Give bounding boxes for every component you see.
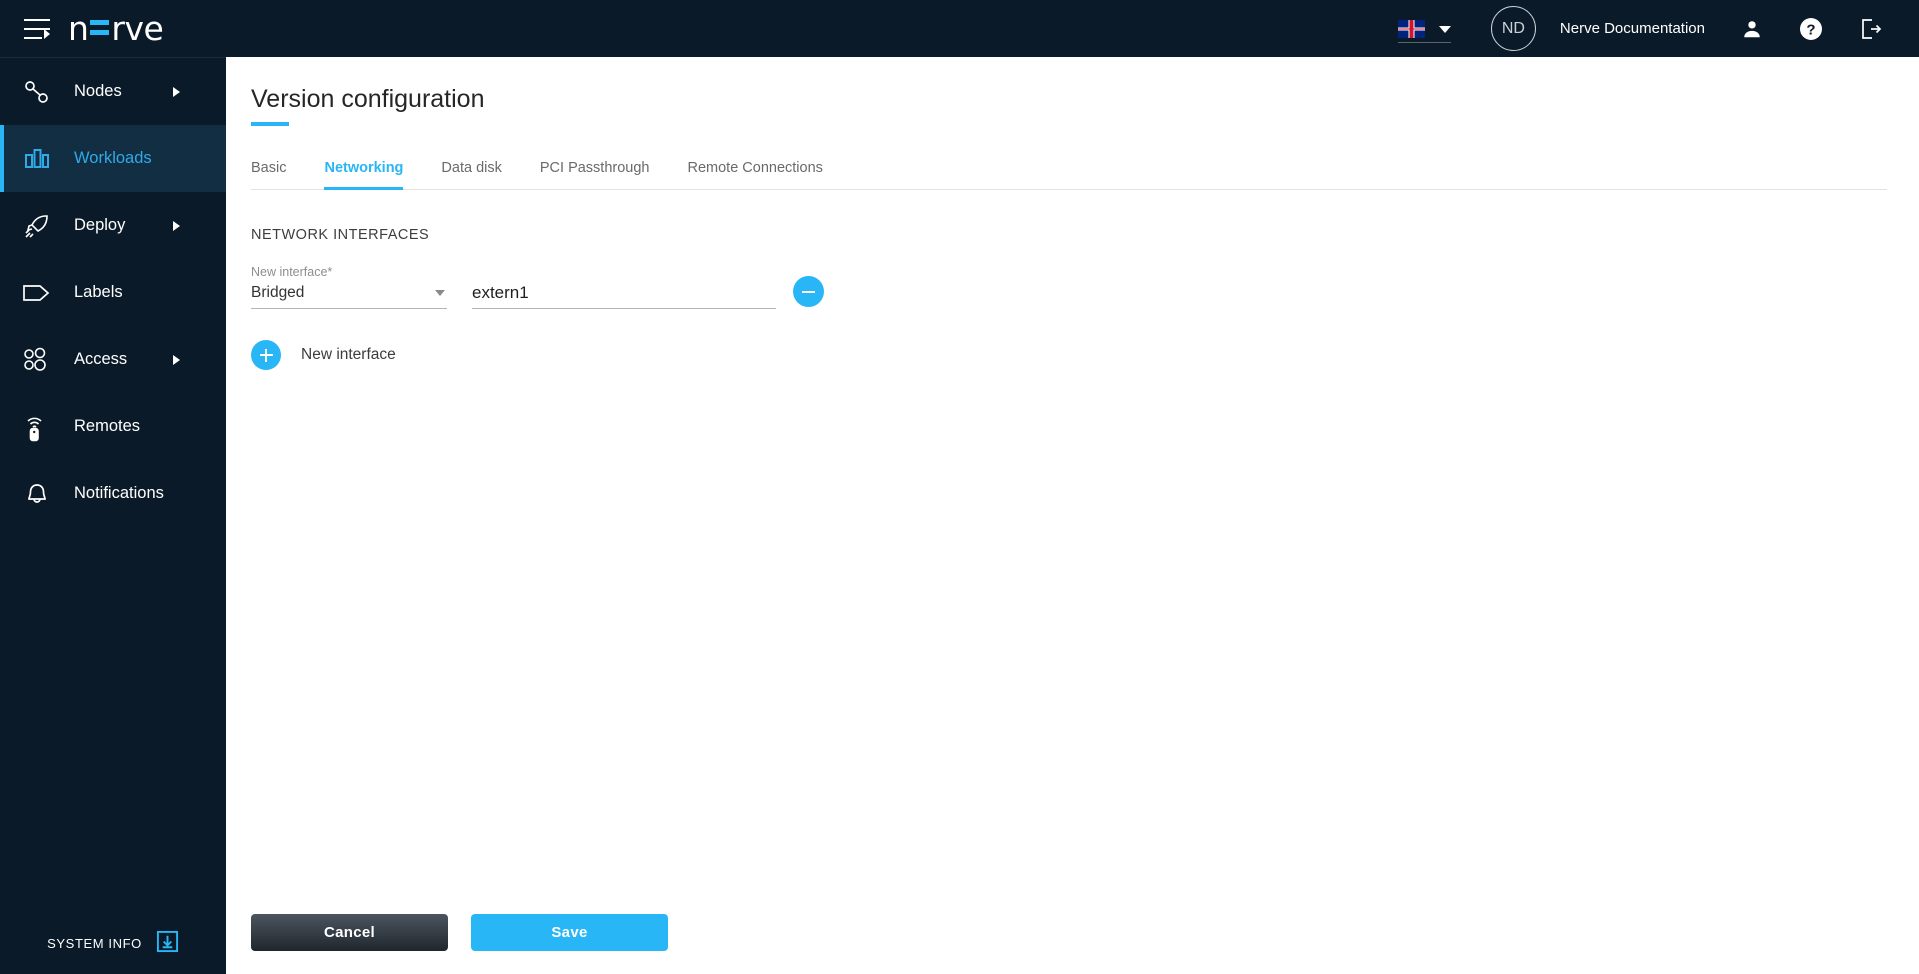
logout-icon[interactable] [1859,17,1883,41]
sidebar-item-label: Deploy [74,216,126,234]
title-accent-underline [251,122,289,126]
interface-type-label: New interface* [251,265,333,279]
plus-icon-vertical [265,348,267,362]
sidebar-item-label: Labels [74,283,123,301]
workloads-icon [18,142,56,176]
cancel-button[interactable]: Cancel [251,914,448,951]
system-info-label: SYSTEM INFO [47,935,142,951]
sidebar: Nodes Workloads Deploy Labels Access Rem… [0,57,226,974]
logo-text-left: n [68,9,89,48]
sidebar-item-workloads[interactable]: Workloads [0,125,226,192]
add-interface-label: New interface [301,346,396,363]
save-button[interactable]: Save [471,914,668,951]
labels-icon [18,276,56,310]
chevron-right-icon [173,86,180,97]
sidebar-item-remotes[interactable]: Remotes [0,393,226,460]
nodes-icon [18,75,56,109]
chevron-right-icon [173,220,180,231]
sidebar-item-labels[interactable]: Labels [0,259,226,326]
interface-type-select[interactable]: Bridged [251,284,447,309]
remotes-icon [18,410,56,444]
help-icon[interactable]: ? [1799,17,1823,41]
logo-equals-icon [90,20,110,37]
user-icon[interactable] [1741,18,1763,40]
tab-pci-passthrough[interactable]: PCI Passthrough [540,160,650,190]
avatar[interactable]: ND [1490,6,1536,51]
tab-data-disk[interactable]: Data disk [441,160,501,190]
interface-type-value: Bridged [251,284,305,301]
minus-icon [802,290,815,293]
chevron-down-icon [435,290,445,296]
interface-name-field [472,283,776,309]
language-selector[interactable] [1397,20,1451,43]
top-bar-right: ND Nerve Documentation ? [1397,0,1919,57]
chevron-down-icon [1438,25,1451,33]
uk-flag-icon [1397,20,1425,38]
sidebar-item-label: Workloads [74,149,152,167]
sidebar-item-label: Notifications [74,484,164,502]
tab-basic[interactable]: Basic [251,160,286,190]
tab-bar: Basic Networking Data disk PCI Passthrou… [251,159,1887,190]
add-interface-row[interactable]: New interface [251,340,1919,370]
logo-text-right: rve [111,9,164,48]
hamburger-caret-icon [44,29,50,39]
documentation-link[interactable]: Nerve Documentation [1560,20,1705,37]
notifications-icon [18,477,56,511]
system-info-button[interactable]: SYSTEM INFO [0,912,226,974]
svg-text:?: ? [1806,21,1815,38]
avatar-initials: ND [1501,19,1525,37]
interface-type-field: New interface* Bridged [251,265,447,309]
interface-name-input[interactable] [472,283,776,309]
access-icon [18,343,56,377]
chevron-right-icon [173,354,180,365]
page-title: Version configuration [251,85,485,113]
sidebar-item-notifications[interactable]: Notifications [0,460,226,527]
network-interface-row: New interface* Bridged [251,265,1919,309]
sidebar-item-label: Nodes [74,82,122,100]
sidebar-item-deploy[interactable]: Deploy [0,192,226,259]
section-title-network-interfaces: NETWORK INTERFACES [251,227,430,243]
download-icon [156,930,179,956]
remove-interface-button[interactable] [793,276,824,307]
deploy-icon [18,209,56,243]
sidebar-item-label: Access [74,350,128,368]
tab-remote-connections[interactable]: Remote Connections [688,160,823,190]
form-actions: Cancel Save [251,914,668,951]
tab-networking[interactable]: Networking [324,160,404,190]
top-bar: n rve ND Nerve Documentation ? [0,0,1919,57]
main-content: Version configuration Basic Networking D… [226,57,1919,974]
sidebar-item-label: Remotes [74,417,141,435]
add-interface-button[interactable] [251,340,281,370]
sidebar-item-nodes[interactable]: Nodes [0,58,226,125]
sidebar-item-access[interactable]: Access [0,326,226,393]
nerve-logo[interactable]: n rve [68,9,164,48]
